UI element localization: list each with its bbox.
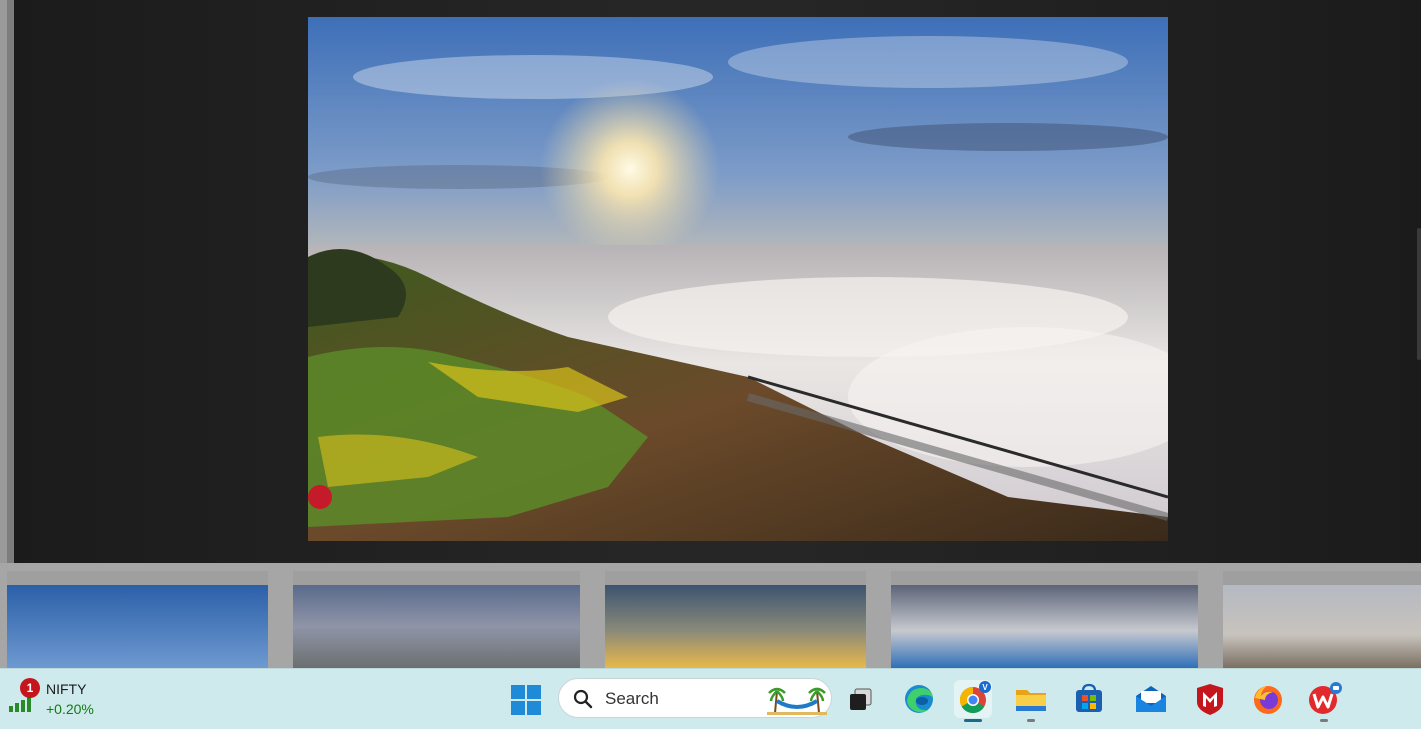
hammock-palm-icon — [767, 687, 827, 715]
notification-badge: 1 — [20, 678, 40, 698]
taskbar-edge[interactable] — [900, 680, 938, 718]
running-indicator — [1320, 719, 1328, 722]
search-icon — [573, 689, 593, 709]
store-icon — [1076, 683, 1102, 712]
thumb-tree-hill[interactable] — [1223, 571, 1421, 668]
wps-icon — [1309, 682, 1342, 714]
thumbnail-strip — [0, 563, 1421, 668]
thumb-sunset-clouds[interactable] — [605, 571, 866, 668]
chrome-icon: V — [959, 681, 991, 714]
taskbar-mcafee[interactable] — [1191, 680, 1229, 718]
windows-logo-icon — [511, 685, 541, 715]
taskbar-chrome[interactable]: V — [954, 680, 992, 722]
thumb-sunset-clouds-image — [605, 585, 866, 668]
thumb-tree-hill-image — [1223, 585, 1421, 668]
thumb-cloudy-sky[interactable] — [891, 571, 1198, 668]
taskbar-file-explorer[interactable] — [1012, 680, 1050, 722]
taskbar-task-view[interactable] — [842, 680, 880, 718]
scroll-indicator[interactable] — [1417, 228, 1421, 360]
widget-title: NIFTY — [46, 681, 87, 697]
mail-icon — [1136, 686, 1166, 712]
task-view-icon — [850, 688, 872, 710]
search-placeholder: Search — [605, 689, 659, 708]
main-photo[interactable] — [308, 17, 1168, 541]
running-indicator — [1027, 719, 1035, 722]
thumb-cloudy-sky-image — [891, 585, 1198, 668]
edge-icon — [905, 685, 933, 713]
main-photo-image — [308, 17, 1168, 541]
thumb-blue-sky-image — [7, 585, 268, 668]
taskbar-microsoft-store[interactable] — [1070, 680, 1108, 718]
mcafee-icon — [1197, 684, 1223, 715]
firefox-icon — [1254, 686, 1282, 714]
viewer-left-edge — [7, 0, 14, 563]
thumb-rocky-hill-image — [293, 585, 580, 668]
taskbar-mail[interactable] — [1132, 680, 1170, 718]
thumb-blue-sky[interactable] — [7, 571, 268, 668]
thumb-rocky-hill[interactable] — [293, 571, 580, 668]
folder-icon — [1016, 690, 1046, 711]
stock-widget[interactable]: 1 NIFTY +0.20% — [6, 675, 116, 723]
taskbar-wps-office[interactable] — [1305, 680, 1343, 722]
taskbar-firefox[interactable] — [1249, 680, 1287, 718]
svg-text:V: V — [982, 683, 988, 692]
active-indicator — [964, 719, 982, 722]
taskbar-search[interactable]: Search — [558, 678, 832, 718]
start-button[interactable] — [510, 684, 542, 716]
image-viewer — [7, 0, 1421, 563]
taskbar: 1 NIFTY +0.20% Search V — [0, 668, 1421, 729]
widget-change: +0.20% — [46, 701, 94, 717]
